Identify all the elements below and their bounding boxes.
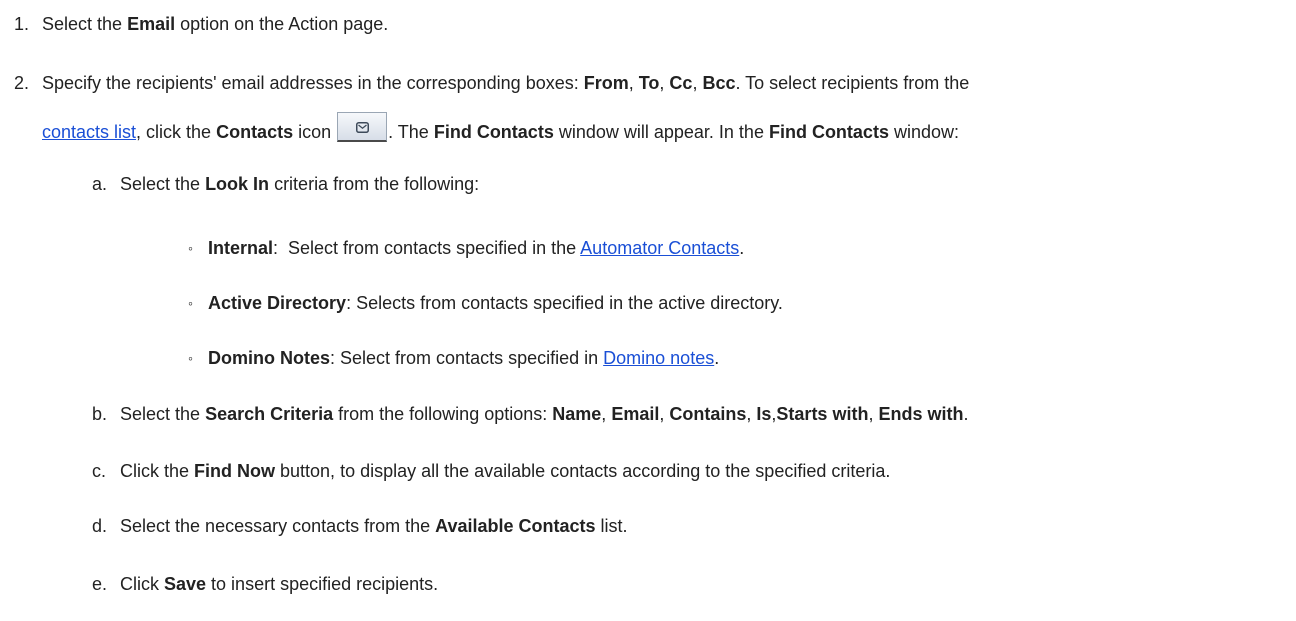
option-starts-with: Starts with — [776, 404, 869, 424]
substep-a-marker: a. — [92, 174, 108, 194]
contacts-button[interactable] — [337, 112, 388, 142]
find-contacts-label-1: Find Contacts — [433, 122, 554, 142]
internal-label: Internal — [208, 238, 274, 258]
substep-a-text: Select the Look In criteria from the fol… — [120, 174, 480, 194]
substep-b-marker: b. — [92, 404, 108, 424]
active-directory-label: Active Directory — [208, 293, 347, 313]
save-label: Save — [164, 574, 207, 594]
substep-e-text: Click Save to insert specified recipient… — [120, 574, 439, 594]
mail-envelope-icon — [356, 122, 370, 133]
option-ends-with: Ends with — [878, 404, 964, 424]
from-label: From — [583, 73, 629, 93]
option-name: Name — [552, 404, 602, 424]
automator-contacts-link[interactable]: Automator Contacts — [580, 238, 739, 258]
step-2-text-line-1: Specify the recipients' email addresses … — [42, 73, 970, 93]
to-label: To — [638, 73, 660, 93]
step-1-marker: 1. — [14, 14, 30, 34]
search-criteria-label: Search Criteria — [205, 404, 334, 424]
substep-c-marker: c. — [92, 461, 107, 481]
list-item-text: Active Directory: Selects from contacts … — [208, 293, 783, 313]
substep-e-marker: e. — [92, 574, 108, 594]
list-item-text: Internal: Select from contacts specified… — [208, 238, 745, 258]
available-contacts-label: Available Contacts — [435, 516, 596, 536]
option-email: Email — [611, 404, 660, 424]
find-contacts-label-2: Find Contacts — [768, 122, 889, 142]
look-in-label: Look In — [205, 174, 270, 194]
bullet-marker: ◦ — [188, 240, 193, 256]
domino-notes-link[interactable]: Domino notes — [603, 348, 714, 368]
step-1-text: Select the Email option on the Action pa… — [42, 14, 389, 34]
cc-label: Cc — [669, 73, 693, 93]
email-option-label: Email — [127, 14, 176, 34]
contacts-list-link[interactable]: contacts list — [42, 122, 136, 142]
substep-d-marker: d. — [92, 516, 108, 536]
option-is: Is — [756, 404, 772, 424]
substep-d-text: Select the necessary contacts from the A… — [120, 516, 628, 536]
bullet-marker: ◦ — [188, 350, 193, 366]
list-item-text: Domino Notes: Select from contacts speci… — [208, 348, 720, 368]
substep-c-text: Click the Find Now button, to display al… — [120, 461, 891, 481]
option-contains: Contains — [669, 404, 747, 424]
find-now-label: Find Now — [194, 461, 276, 481]
bullet-marker: ◦ — [188, 295, 193, 311]
step-2-text-line-2: contacts list, click the Contacts icon .… — [42, 112, 959, 148]
contacts-label: Contacts — [216, 122, 294, 142]
step-2-marker: 2. — [14, 73, 30, 93]
bcc-label: Bcc — [702, 73, 736, 93]
substep-b-text: Select the Search Criteria from the foll… — [120, 404, 969, 424]
domino-notes-label: Domino Notes — [208, 348, 331, 368]
